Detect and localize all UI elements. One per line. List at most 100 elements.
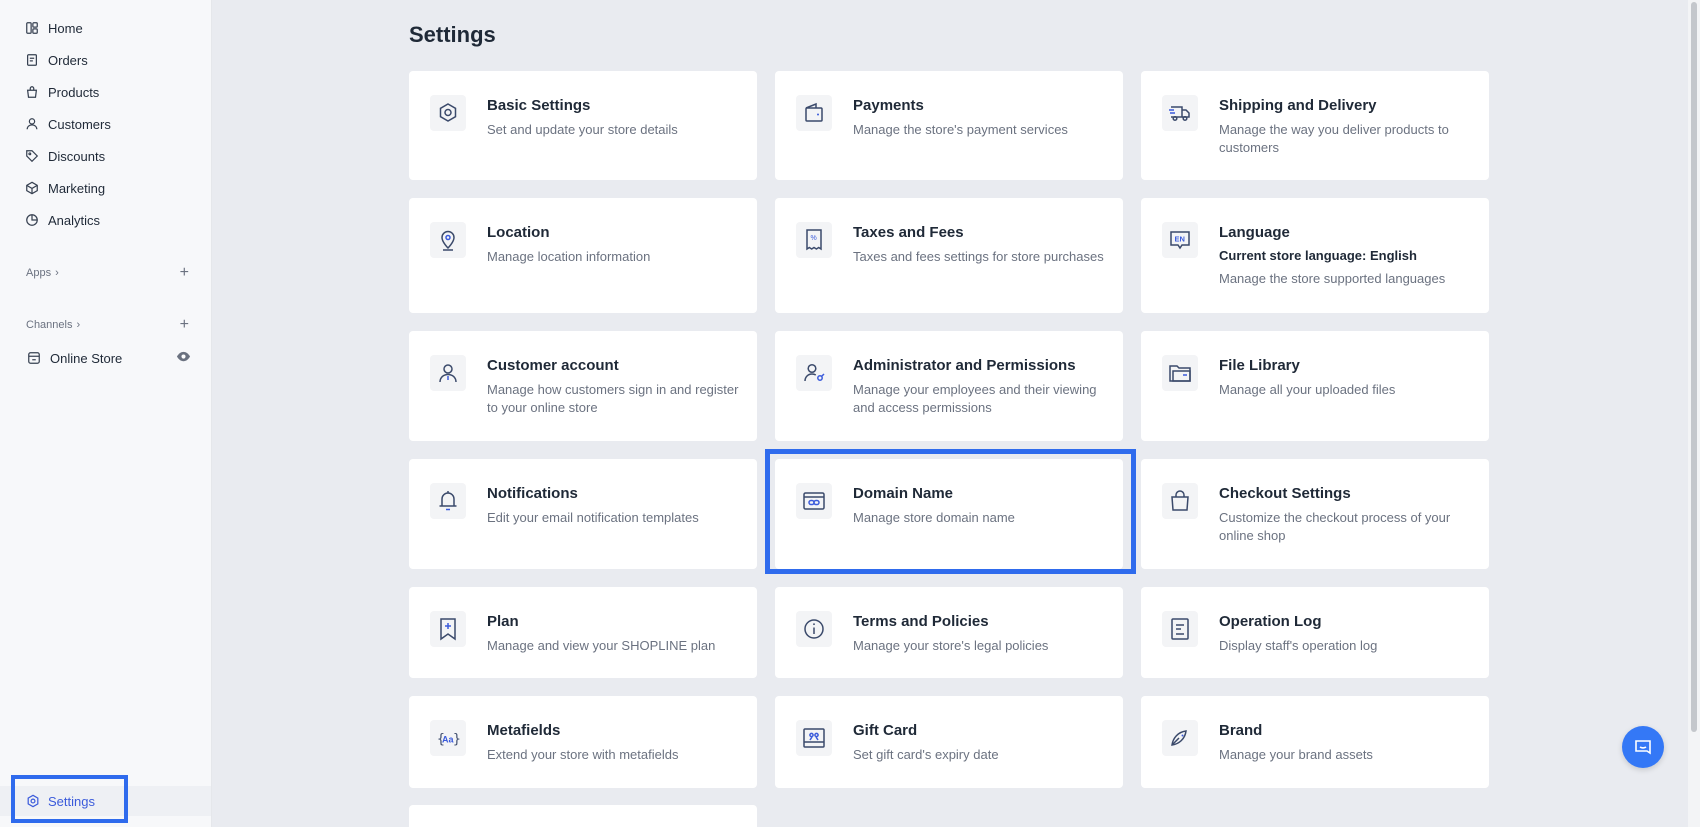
sidebar-item-analytics[interactable]: Analytics	[0, 204, 211, 236]
chat-icon	[1633, 737, 1653, 757]
card-description: Manage all your uploaded files	[1219, 382, 1396, 397]
settings-card-terms-policies[interactable]: Terms and Policies Manage your store's l…	[775, 587, 1123, 678]
settings-card-operation-log[interactable]: Operation Log Display staff's operation …	[1141, 587, 1489, 678]
settings-icon	[26, 794, 40, 808]
card-title: Brand	[1219, 722, 1263, 739]
settings-card-notifications[interactable]: Notifications Edit your email notificati…	[409, 459, 757, 569]
main-content: Settings Basic Settings Set and update y…	[212, 0, 1700, 827]
sidebar-item-discounts[interactable]: Discounts	[0, 140, 211, 172]
discounts-icon	[25, 149, 39, 163]
card-description: Manage the store supported languages	[1219, 271, 1446, 286]
chat-support-button[interactable]	[1622, 726, 1664, 768]
sidebar-item-marketing[interactable]: Marketing	[0, 172, 211, 204]
card-description: Taxes and fees settings for store purcha…	[853, 249, 1104, 264]
settings-card-gift-card[interactable]: Gift Card Set gift card's expiry date	[775, 696, 1123, 788]
location-pin-icon	[430, 222, 466, 258]
marketing-icon	[25, 181, 39, 195]
settings-card-metafields[interactable]: {Aa} Metafields Extend your store with m…	[409, 696, 757, 788]
eye-icon[interactable]	[176, 349, 191, 367]
card-title: Payments	[853, 97, 924, 114]
info-icon	[796, 611, 832, 647]
settings-card-language[interactable]: EN Language Current store language: Engl…	[1141, 198, 1489, 313]
card-title: Shipping and Delivery	[1219, 97, 1377, 114]
card-title: Language	[1219, 224, 1290, 241]
chevron-right-icon: ›	[55, 267, 59, 279]
svg-text:%: %	[811, 235, 817, 242]
add-channel-button[interactable]: +	[180, 317, 189, 333]
card-description: Manage and view your SHOPLINE plan	[487, 638, 716, 653]
channels-label: Channels	[26, 319, 73, 331]
channels-section-toggle[interactable]: Channels ›	[26, 319, 80, 331]
settings-card-brand[interactable]: Brand Manage your brand assets	[1141, 696, 1489, 788]
settings-card-checkout[interactable]: Checkout Settings Customize the checkout…	[1141, 459, 1489, 569]
sidebar-item-label: Orders	[48, 52, 88, 68]
svg-text:EN: EN	[1175, 235, 1185, 244]
sidebar-item-settings[interactable]: Settings	[0, 786, 211, 816]
apps-section-toggle[interactable]: Apps ›	[26, 267, 59, 279]
analytics-icon	[25, 213, 39, 227]
sidebar-item-label: Products	[48, 84, 100, 100]
sidebar-item-label: Home	[48, 20, 83, 36]
sidebar: Home Orders Products Customers Discounts…	[0, 0, 212, 827]
sidebar-item-home[interactable]: Home	[0, 12, 211, 44]
card-description: Manage how customers sign in and registe…	[487, 382, 739, 415]
card-description: Manage your brand assets	[1219, 747, 1373, 762]
sidebar-item-online-store[interactable]: Online Store	[0, 342, 211, 374]
scrollbar-thumb[interactable]	[1691, 2, 1697, 732]
card-description: Manage your store's legal policies	[853, 638, 1049, 653]
store-icon	[27, 351, 41, 365]
card-title: Operation Log	[1219, 613, 1322, 630]
settings-card-location[interactable]: Location Manage location information	[409, 198, 757, 313]
card-description: Manage location information	[487, 249, 651, 264]
apps-section-header: Apps › +	[0, 262, 211, 284]
card-title: Customer account	[487, 357, 619, 374]
sidebar-item-customers[interactable]: Customers	[0, 108, 211, 140]
sidebar-item-label: Discounts	[48, 148, 106, 164]
sidebar-item-orders[interactable]: Orders	[0, 44, 211, 76]
domain-link-icon	[796, 483, 832, 519]
card-description: Manage your employees and their viewing …	[853, 382, 1097, 415]
card-description: Customize the checkout process of your o…	[1219, 510, 1451, 543]
language-icon: EN	[1162, 222, 1198, 258]
products-icon	[25, 85, 39, 99]
chevron-right-icon: ›	[76, 319, 81, 331]
sidebar-item-label: Analytics	[48, 212, 101, 228]
user-key-icon	[796, 355, 832, 391]
card-title: Metafields	[487, 722, 561, 739]
card-title: Gift Card	[853, 722, 918, 739]
settings-card-partial[interactable]	[409, 805, 757, 827]
plan-bookmark-icon	[430, 611, 466, 647]
card-description: Set gift card's expiry date	[853, 747, 999, 762]
shopping-bag-icon	[1162, 483, 1198, 519]
sidebar-item-label: Settings	[48, 793, 95, 809]
gift-card-icon	[796, 720, 832, 756]
customers-icon	[25, 117, 39, 131]
settings-card-admin-permissions[interactable]: Administrator and Permissions Manage you…	[775, 331, 1123, 441]
card-title: Notifications	[487, 485, 578, 502]
wallet-icon	[796, 95, 832, 131]
settings-card-basic-settings[interactable]: Basic Settings Set and update your store…	[409, 71, 757, 180]
settings-card-file-library[interactable]: File Library Manage all your uploaded fi…	[1141, 331, 1489, 441]
card-title: Terms and Policies	[853, 613, 989, 630]
truck-icon	[1162, 95, 1198, 131]
bell-icon	[430, 483, 466, 519]
add-app-button[interactable]: +	[180, 265, 189, 281]
orders-icon	[25, 53, 39, 67]
settings-card-customer-account[interactable]: Customer account Manage how customers si…	[409, 331, 757, 441]
apps-label: Apps	[26, 267, 52, 279]
card-description: Manage the way you deliver products to c…	[1219, 122, 1449, 155]
settings-card-plan[interactable]: Plan Manage and view your SHOPLINE plan	[409, 587, 757, 678]
sidebar-item-label: Marketing	[48, 180, 106, 196]
settings-card-domain-name[interactable]: Domain Name Manage store domain name	[775, 459, 1123, 569]
vertical-scrollbar[interactable]	[1688, 0, 1700, 827]
svg-text:}: }	[453, 732, 461, 747]
settings-card-taxes[interactable]: % Taxes and Fees Taxes and fees settings…	[775, 198, 1123, 313]
home-icon	[25, 21, 39, 35]
card-description: Edit your email notification templates	[487, 510, 699, 525]
settings-card-shipping[interactable]: Shipping and Delivery Manage the way you…	[1141, 71, 1489, 180]
user-icon	[430, 355, 466, 391]
settings-card-payments[interactable]: Payments Manage the store's payment serv…	[775, 71, 1123, 180]
brand-icon	[1162, 720, 1198, 756]
sidebar-item-products[interactable]: Products	[0, 76, 211, 108]
metafields-icon: {Aa}	[430, 720, 466, 756]
